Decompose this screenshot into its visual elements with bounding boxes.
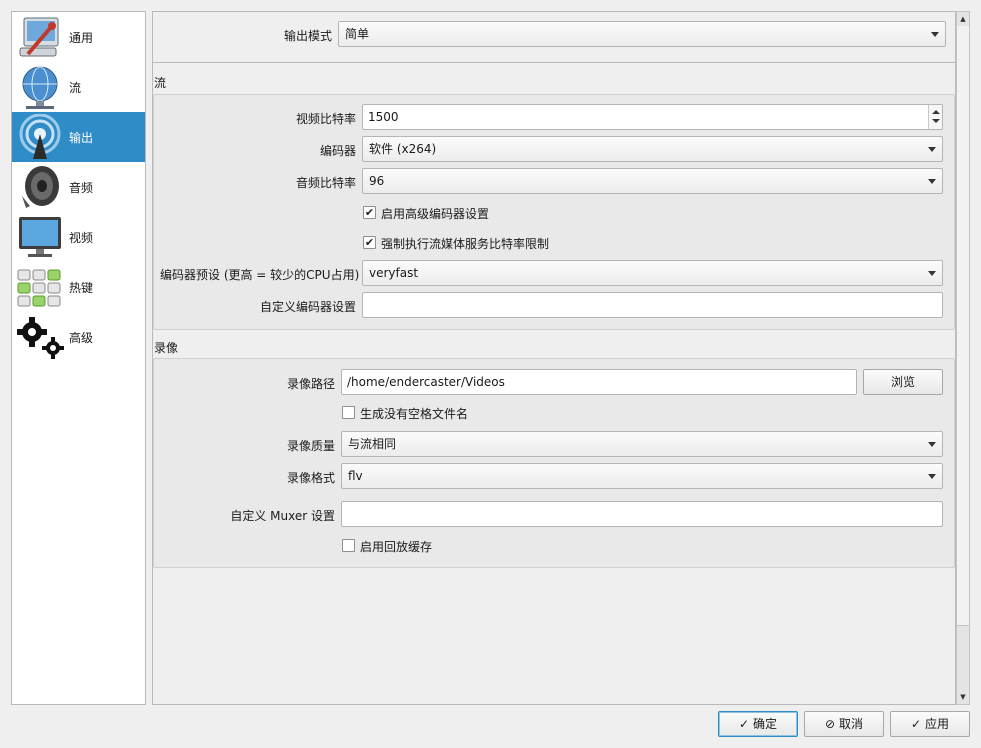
gears-icon	[17, 317, 64, 359]
encoder-label: 编码器	[319, 144, 356, 158]
sidebar-item-output[interactable]: 输出	[12, 112, 145, 162]
replay-buffer-label[interactable]: 启用回放缓存	[360, 538, 432, 555]
output-broadcast-icon	[19, 114, 61, 159]
checkmark-icon: ✓	[910, 717, 922, 731]
sidebar-item-audio[interactable]: 音频	[12, 162, 145, 212]
sidebar-item-advanced[interactable]: 高级	[12, 312, 145, 362]
recording-path-value: /home/endercaster/Videos	[347, 375, 505, 389]
stream-section-title: 流	[154, 76, 167, 90]
encoder-select[interactable]: 软件 (x264)	[362, 136, 943, 162]
recording-quality-select[interactable]: 与流相同	[341, 431, 943, 457]
output-mode-value: 简单	[345, 27, 370, 41]
muxer-settings-input[interactable]	[341, 501, 943, 527]
encoder-value: 软件 (x264)	[369, 142, 437, 156]
sidebar-item-label: 流	[69, 81, 82, 95]
chevron-down-icon	[928, 271, 936, 276]
recording-quality-value: 与流相同	[348, 437, 397, 451]
audio-bitrate-label: 音频比特率	[295, 176, 356, 190]
sidebar-item-label: 高级	[69, 331, 94, 345]
sidebar-item-label: 热键	[69, 281, 94, 295]
spin-down-icon[interactable]	[932, 119, 940, 123]
chevron-down-icon	[931, 32, 939, 37]
output-mode-label: 输出模式	[283, 29, 332, 43]
spin-buttons[interactable]	[928, 105, 942, 129]
chevron-down-icon	[928, 474, 936, 479]
general-settings-icon	[19, 17, 59, 57]
sidebar-item-label: 音频	[69, 181, 94, 195]
muxer-settings-label: 自定义 Muxer 设置	[230, 509, 335, 523]
output-mode-select[interactable]: 简单	[338, 21, 946, 47]
recording-quality-label: 录像质量	[286, 439, 335, 453]
custom-encoder-label: 自定义编码器设置	[259, 300, 356, 314]
custom-encoder-input[interactable]	[362, 292, 943, 318]
ok-label: 确定	[753, 717, 778, 731]
cancel-button[interactable]: ⊘ 取消	[804, 711, 884, 737]
no-space-filename-label[interactable]: 生成没有空格文件名	[360, 405, 468, 422]
no-space-filename-checkbox[interactable]	[342, 406, 355, 419]
recording-section-title: 录像	[154, 341, 179, 355]
cancel-label: 取消	[839, 717, 864, 731]
checkmark-icon: ✓	[738, 717, 750, 731]
scrollbar-thumb[interactable]	[957, 26, 969, 626]
chevron-down-icon	[928, 147, 936, 152]
monitor-icon	[19, 217, 61, 257]
recording-path-input[interactable]: /home/endercaster/Videos	[341, 369, 857, 395]
advanced-encoder-checkbox[interactable]: ✔	[363, 206, 376, 219]
apply-label: 应用	[925, 717, 950, 731]
sidebar-item-label: 视频	[69, 231, 94, 245]
browse-button[interactable]: 浏览	[863, 369, 943, 395]
ok-button[interactable]: ✓ 确定	[718, 711, 798, 737]
audio-bitrate-value: 96	[369, 174, 385, 188]
recording-path-label: 录像路径	[286, 377, 335, 391]
sidebar-item-video[interactable]: 视频	[12, 212, 145, 262]
sidebar-item-label: 通用	[69, 31, 94, 45]
spin-up-icon[interactable]	[932, 110, 940, 114]
recording-format-value: flv	[348, 469, 363, 483]
speaker-icon	[22, 166, 59, 208]
apply-button[interactable]: ✓ 应用	[890, 711, 970, 737]
chevron-down-icon	[928, 179, 936, 184]
divider	[153, 62, 955, 63]
audio-bitrate-select[interactable]: 96	[362, 168, 943, 194]
replay-buffer-checkbox[interactable]	[342, 539, 355, 552]
stream-globe-icon	[22, 66, 58, 109]
preset-label: 编码器预设 (更高 = 较少的CPU占用)	[160, 268, 360, 282]
enforce-limits-label[interactable]: 强制执行流媒体服务比特率限制	[381, 235, 549, 252]
encoder-preset-value: veryfast	[369, 266, 419, 280]
cancel-circle-icon: ⊘	[824, 717, 836, 731]
scroll-down-icon[interactable]: ▼	[957, 690, 969, 704]
recording-format-label: 录像格式	[286, 471, 335, 485]
encoder-preset-select[interactable]: veryfast	[362, 260, 943, 286]
keyboard-icon	[17, 269, 61, 307]
settings-sidebar: 通用 流 输出 音频 视频 热键 高级	[11, 11, 146, 705]
chevron-down-icon	[928, 442, 936, 447]
vertical-scrollbar[interactable]: ▲ ▼	[956, 11, 970, 705]
video-bitrate-label: 视频比特率	[295, 112, 356, 126]
sidebar-item-hotkeys[interactable]: 热键	[12, 262, 145, 312]
enforce-limits-checkbox[interactable]: ✔	[363, 236, 376, 249]
scroll-up-icon[interactable]: ▲	[957, 12, 969, 26]
recording-format-select[interactable]: flv	[341, 463, 943, 489]
sidebar-item-label: 输出	[69, 131, 94, 145]
sidebar-item-general[interactable]: 通用	[12, 12, 145, 62]
sidebar-item-stream[interactable]: 流	[12, 62, 145, 112]
advanced-encoder-label[interactable]: 启用高级编码器设置	[381, 205, 489, 222]
video-bitrate-spinbox[interactable]: 1500	[362, 104, 943, 130]
video-bitrate-value: 1500	[368, 110, 399, 124]
